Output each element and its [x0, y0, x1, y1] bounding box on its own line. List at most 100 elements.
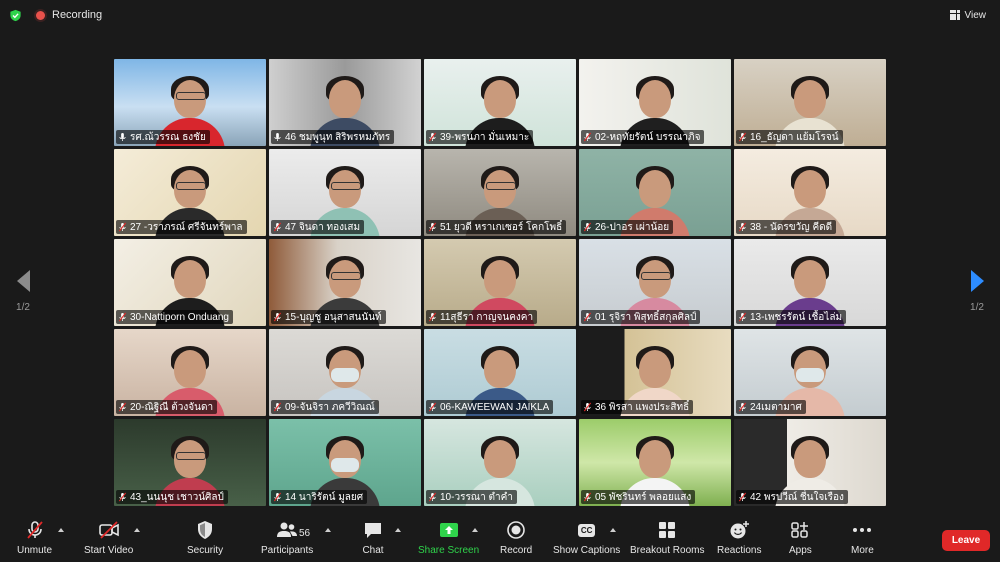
participant-video-tile[interactable]: 15-บุญชู อนุสาสนนันท์ [269, 239, 421, 326]
reactions-button[interactable]: Reactions [717, 520, 761, 556]
participant-name: 05 พัชรินทร์ พลอยแสง [595, 491, 692, 503]
start-video-button[interactable]: Start Video [84, 520, 133, 556]
participants-options-caret[interactable] [325, 528, 331, 532]
participant-video-tile[interactable]: 06-KAWEEWAN JAIKLA [424, 329, 576, 416]
participant-name-bar: 47 จินดา ทองเสม [271, 220, 365, 234]
closed-captions-icon: CC [576, 520, 598, 540]
participant-video-tile[interactable]: รศ.ณ้วรรณ ธงชัย [114, 59, 266, 146]
participant-video-tile[interactable]: 47 จินดา ทองเสม [269, 149, 421, 236]
participant-video-tile[interactable]: 51 ยุวดี หราเกเซอร์ โคกโพธิ์ [424, 149, 576, 236]
participant-video-tile[interactable]: 02-หฤทัยรัตน์ บรรณาภิจ [579, 59, 731, 146]
microphone-muted-icon [583, 492, 592, 502]
participant-name: 10-วรรณา ตำคำ [440, 491, 513, 503]
previous-page-button[interactable]: 1/2 [8, 270, 38, 313]
participant-name: 24เมตามาศ [750, 401, 802, 413]
participant-name-bar: 15-บุญชู อนุสาสนนันท์ [271, 310, 386, 324]
microphone-muted-icon [428, 222, 437, 232]
participant-name-bar: 51 ยุวดี หราเกเซอร์ โคกโพธิ์ [426, 220, 567, 234]
meeting-top-bar: Recording View [0, 0, 1000, 30]
video-options-caret[interactable] [134, 528, 140, 532]
participant-name-bar: รศ.ณ้วรรณ ธงชัย [116, 130, 210, 144]
next-page-button[interactable]: 1/2 [962, 270, 992, 313]
participant-name-bar: 11สุธีรา กาญจนคงคา [426, 310, 538, 324]
chat-label: Chat [362, 545, 384, 556]
unmute-label: Unmute [17, 545, 53, 556]
participant-video-tile[interactable]: 16_ธัญดา แย้มโรจน์ [734, 59, 886, 146]
show-captions-label: Show Captions [553, 545, 621, 556]
participant-video-tile[interactable]: 13-เพชรรัตน์ เชื้อไล่ม [734, 239, 886, 326]
record-label: Record [500, 545, 533, 556]
participant-name: 02-หฤทัยรัตน์ บรรณาภิจ [595, 131, 701, 143]
participant-video-tile[interactable]: 43_นนนุช เชาวน์ศิลป์ [114, 419, 266, 506]
participant-video-tile[interactable]: 24เมตามาศ [734, 329, 886, 416]
participant-video-tile[interactable]: 01 รุจิรา พิสุทธิ์สกุลศิลป์ [579, 239, 731, 326]
microphone-muted-icon [118, 492, 127, 502]
microphone-muted-icon [273, 222, 282, 232]
participant-name: 39-พรนภา มั่นเหมาะ [440, 131, 530, 143]
audio-options-caret[interactable] [58, 528, 64, 532]
participant-name: 16_ธัญดา แย้มโรจน์ [750, 131, 839, 143]
security-shield-icon [198, 521, 213, 539]
microphone-muted-icon [738, 312, 747, 322]
participant-video-tile[interactable]: 36 พิรสา แพงประสิทธิ์ [579, 329, 731, 416]
participant-name-bar: 39-พรนภา มั่นเหมาะ [426, 130, 534, 144]
microphone-muted-icon [583, 222, 592, 232]
microphone-muted-icon [428, 402, 437, 412]
participant-video-tile[interactable]: 39-พรนภา มั่นเหมาะ [424, 59, 576, 146]
participant-video-tile[interactable]: 09-จันจิรา ภควีวิณณ์ [269, 329, 421, 416]
participant-name-bar: 05 พัชรินทร์ พลอยแสง [581, 490, 696, 504]
breakout-rooms-button[interactable]: Breakout Rooms [630, 520, 704, 556]
participant-video-tile[interactable]: 27 -วราภรณ์ ศรีจันทร์พาล [114, 149, 266, 236]
participant-video-tile[interactable]: 10-วรรณา ตำคำ [424, 419, 576, 506]
share-options-caret[interactable] [472, 528, 478, 532]
microphone-muted-icon [118, 402, 127, 412]
chat-bubble-icon [365, 523, 381, 538]
share-screen-button[interactable]: Share Screen [418, 520, 479, 556]
more-button[interactable]: More [851, 520, 874, 556]
chat-options-caret[interactable] [395, 528, 401, 532]
participant-name-bar: 10-วรรณา ตำคำ [426, 490, 517, 504]
record-button[interactable]: Record [500, 520, 532, 556]
chat-button[interactable]: Chat [362, 520, 384, 556]
participant-name: 13-เพชรรัตน์ เชื้อไล่ม [750, 311, 843, 323]
participant-name-bar: 38 - นัดรขวัญ คีดดี [736, 220, 837, 234]
captions-options-caret[interactable] [610, 528, 616, 532]
participant-video-tile[interactable]: 20-ณิฐิณี ต้วงจันดา [114, 329, 266, 416]
reactions-label: Reactions [717, 545, 762, 556]
participant-name-bar: 16_ธัญดา แย้มโรจน์ [736, 130, 843, 144]
view-button[interactable]: View [944, 6, 993, 24]
arrow-right-icon [970, 270, 984, 292]
participant-name-bar: 02-หฤทัยรัตน์ บรรณาภิจ [581, 130, 705, 144]
unmute-button[interactable]: Unmute [17, 520, 52, 556]
security-label: Security [187, 545, 224, 556]
participant-video-tile[interactable]: 05 พัชรินทร์ พลอยแสง [579, 419, 731, 506]
participant-name: 11สุธีรา กาญจนคงคา [440, 311, 534, 323]
participant-video-tile[interactable]: 46 ชมพูนุท สิริพรหมภัทร [269, 59, 421, 146]
show-captions-button[interactable]: CC Show Captions [553, 520, 620, 556]
participant-name: 14 นาริรัตน์ มูลยศ [285, 491, 364, 503]
more-dots-icon [853, 528, 872, 532]
participant-video-tile[interactable]: 11สุธีรา กาญจนคงคา [424, 239, 576, 326]
participants-count: 56 [299, 528, 311, 539]
participant-name: รศ.ณ้วรรณ ธงชัย [130, 131, 206, 143]
participant-video-tile[interactable]: 30-Nattiporn Onduang [114, 239, 266, 326]
security-button[interactable]: Security [187, 520, 223, 556]
participant-name: 51 ยุวดี หราเกเซอร์ โคกโพธิ์ [440, 221, 563, 233]
page-indicator-right: 1/2 [970, 302, 984, 313]
participant-name-bar: 30-Nattiporn Onduang [116, 310, 233, 324]
participant-video-tile[interactable]: 14 นาริรัตน์ มูลยศ [269, 419, 421, 506]
microphone-muted-icon [273, 312, 282, 322]
leave-button[interactable]: Leave [942, 530, 990, 551]
participant-name-bar: 46 ชมพูนุท สิริพรหมภัทร [271, 130, 395, 144]
view-label: View [964, 9, 987, 21]
page-indicator-left: 1/2 [16, 302, 30, 313]
participant-name-bar: 01 รุจิรา พิสุทธิ์สกุลศิลป์ [581, 310, 701, 324]
participant-video-tile[interactable]: 26-ปาอร เผ่าน้อย [579, 149, 731, 236]
participant-name: 47 จินดา ทองเสม [285, 221, 361, 233]
participant-video-tile[interactable]: 42 พรปวีณ์ ชื่นใจเรือง [734, 419, 886, 506]
participant-name: 30-Nattiporn Onduang [130, 311, 229, 323]
participant-name: 20-ณิฐิณี ต้วงจันดา [130, 401, 214, 413]
apps-button[interactable]: Apps [789, 520, 812, 556]
participant-video-tile[interactable]: 38 - นัดรขวัญ คีดดี [734, 149, 886, 236]
shield-check-icon[interactable] [9, 9, 22, 22]
